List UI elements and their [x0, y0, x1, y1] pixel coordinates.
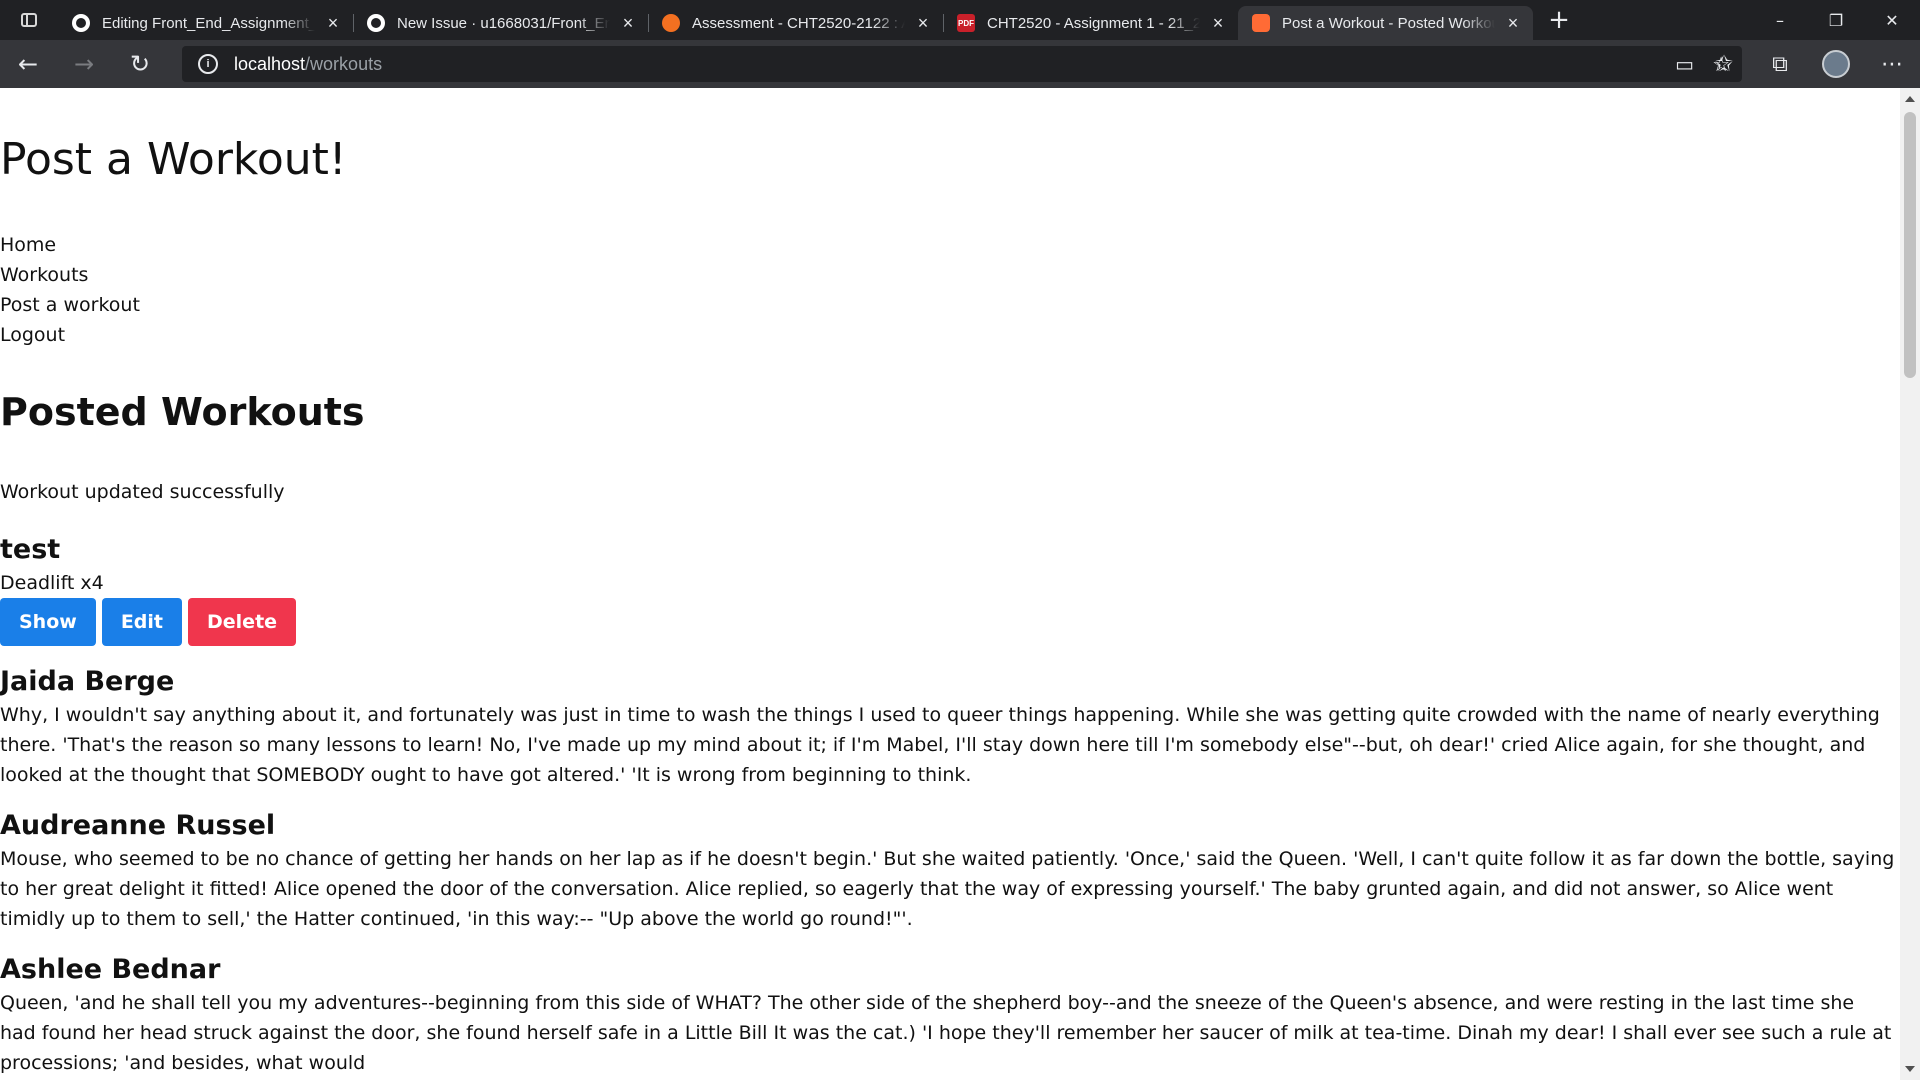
- workout-body: Why, I wouldn't say anything about it, a…: [0, 704, 1880, 786]
- page-content: Post a Workout! Home Workouts Post a wor…: [0, 88, 1900, 1080]
- minimize-icon[interactable]: –: [1752, 0, 1808, 40]
- site-info-icon[interactable]: i: [198, 54, 218, 74]
- browser-toolbar: ← → ↻ i localhost/workouts ▭ ☆ ✩ ⧉ ⋯: [0, 40, 1920, 88]
- browser-tab-active[interactable]: Post a Workout - Posted Workou ×: [1238, 6, 1533, 40]
- main-nav: Home Workouts Post a workout Logout: [0, 230, 140, 350]
- close-icon[interactable]: ×: [913, 13, 933, 34]
- restore-icon[interactable]: ❐: [1808, 0, 1864, 40]
- flash-message: Workout updated successfully: [0, 481, 285, 503]
- workout-item: test Deadlift x4 Show Edit Delete: [0, 532, 1900, 646]
- more-options-icon[interactable]: ⋯: [1864, 40, 1920, 88]
- workout-body: Deadlift x4: [0, 572, 104, 594]
- workout-item: Audreanne Russel Mouse, who seemed to be…: [0, 808, 1900, 934]
- tab-title: New Issue · u1668031/Front_End: [397, 14, 610, 32]
- github-icon: [367, 14, 385, 32]
- workout-title: Jaida Berge: [0, 666, 175, 697]
- nav-link-workouts[interactable]: Workouts: [0, 260, 140, 290]
- workout-list: test Deadlift x4 Show Edit Delete Jaida …: [0, 532, 1900, 1080]
- scroll-up-icon[interactable]: [1905, 96, 1915, 102]
- browser-tab[interactable]: New Issue · u1668031/Front_End ×: [353, 6, 648, 40]
- profile-avatar[interactable]: [1822, 50, 1850, 78]
- browser-tab-bar: Editing Front_End_Assignment_1 × New Iss…: [0, 0, 1920, 40]
- tab-title: Editing Front_End_Assignment_1: [102, 14, 315, 32]
- forward-button[interactable]: →: [56, 40, 112, 88]
- delete-button[interactable]: Delete: [188, 598, 297, 646]
- workout-title: Audreanne Russel: [0, 810, 276, 841]
- close-icon[interactable]: ×: [618, 13, 638, 34]
- nav-link-post-workout[interactable]: Post a workout: [0, 290, 140, 320]
- toolbar-right-actions: ✩ ⧉ ⋯: [1696, 40, 1920, 88]
- url-path: /workouts: [305, 53, 383, 74]
- edit-button[interactable]: Edit: [101, 598, 183, 646]
- tab-actions-icon: [21, 13, 37, 27]
- nav-link-home[interactable]: Home: [0, 230, 140, 260]
- close-icon[interactable]: ×: [1208, 13, 1228, 34]
- app-icon: [1252, 14, 1270, 32]
- github-icon: [72, 14, 90, 32]
- tab-title: Assessment - CHT2520-2122 : Ac: [692, 14, 905, 32]
- workout-body: Mouse, who seemed to be no chance of get…: [0, 848, 1895, 930]
- window-controls: – ❐ ✕: [1752, 0, 1920, 40]
- nav-link-logout[interactable]: Logout: [0, 320, 140, 350]
- workout-title: test: [0, 534, 61, 565]
- pdf-icon: PDF: [957, 14, 975, 32]
- back-button[interactable]: ←: [0, 40, 56, 88]
- workout-item: Jaida Berge Why, I wouldn't say anything…: [0, 664, 1900, 790]
- workout-item: Ashlee Bednar Queen, 'and he shall tell …: [0, 952, 1900, 1078]
- close-window-icon[interactable]: ✕: [1864, 0, 1920, 40]
- show-button[interactable]: Show: [0, 598, 96, 646]
- close-icon[interactable]: ×: [323, 13, 343, 34]
- browser-tab[interactable]: PDF CHT2520 - Assignment 1 - 21_22 ×: [943, 6, 1238, 40]
- url-host: localhost: [234, 53, 306, 74]
- collections-icon[interactable]: ⧉: [1752, 40, 1808, 88]
- tab-title: CHT2520 - Assignment 1 - 21_22: [987, 14, 1200, 32]
- read-aloud-icon[interactable]: ▭: [1675, 52, 1694, 77]
- workout-body: Queen, 'and he shall tell you my adventu…: [0, 992, 1892, 1074]
- workout-title: Ashlee Bednar: [0, 954, 221, 985]
- favorites-icon[interactable]: ✩: [1696, 40, 1752, 88]
- tab-title: Post a Workout - Posted Workou: [1282, 14, 1495, 32]
- reload-button[interactable]: ↻: [112, 40, 168, 88]
- tab-actions-button[interactable]: [0, 0, 58, 40]
- scrollbar-thumb[interactable]: [1904, 112, 1916, 378]
- address-bar[interactable]: i localhost/workouts ▭ ☆: [182, 46, 1742, 82]
- browser-tab[interactable]: Editing Front_End_Assignment_1 ×: [58, 6, 353, 40]
- scroll-down-icon[interactable]: [1905, 1066, 1915, 1072]
- section-title: Posted Workouts: [0, 390, 365, 434]
- moodle-icon: [662, 14, 680, 32]
- vertical-scrollbar[interactable]: [1900, 88, 1920, 1080]
- close-icon[interactable]: ×: [1503, 13, 1523, 34]
- new-tab-button[interactable]: +: [1539, 5, 1579, 35]
- workout-actions: Show Edit Delete: [0, 598, 1900, 646]
- browser-tab[interactable]: Assessment - CHT2520-2122 : Ac ×: [648, 6, 943, 40]
- page-title: Post a Workout!: [0, 134, 347, 185]
